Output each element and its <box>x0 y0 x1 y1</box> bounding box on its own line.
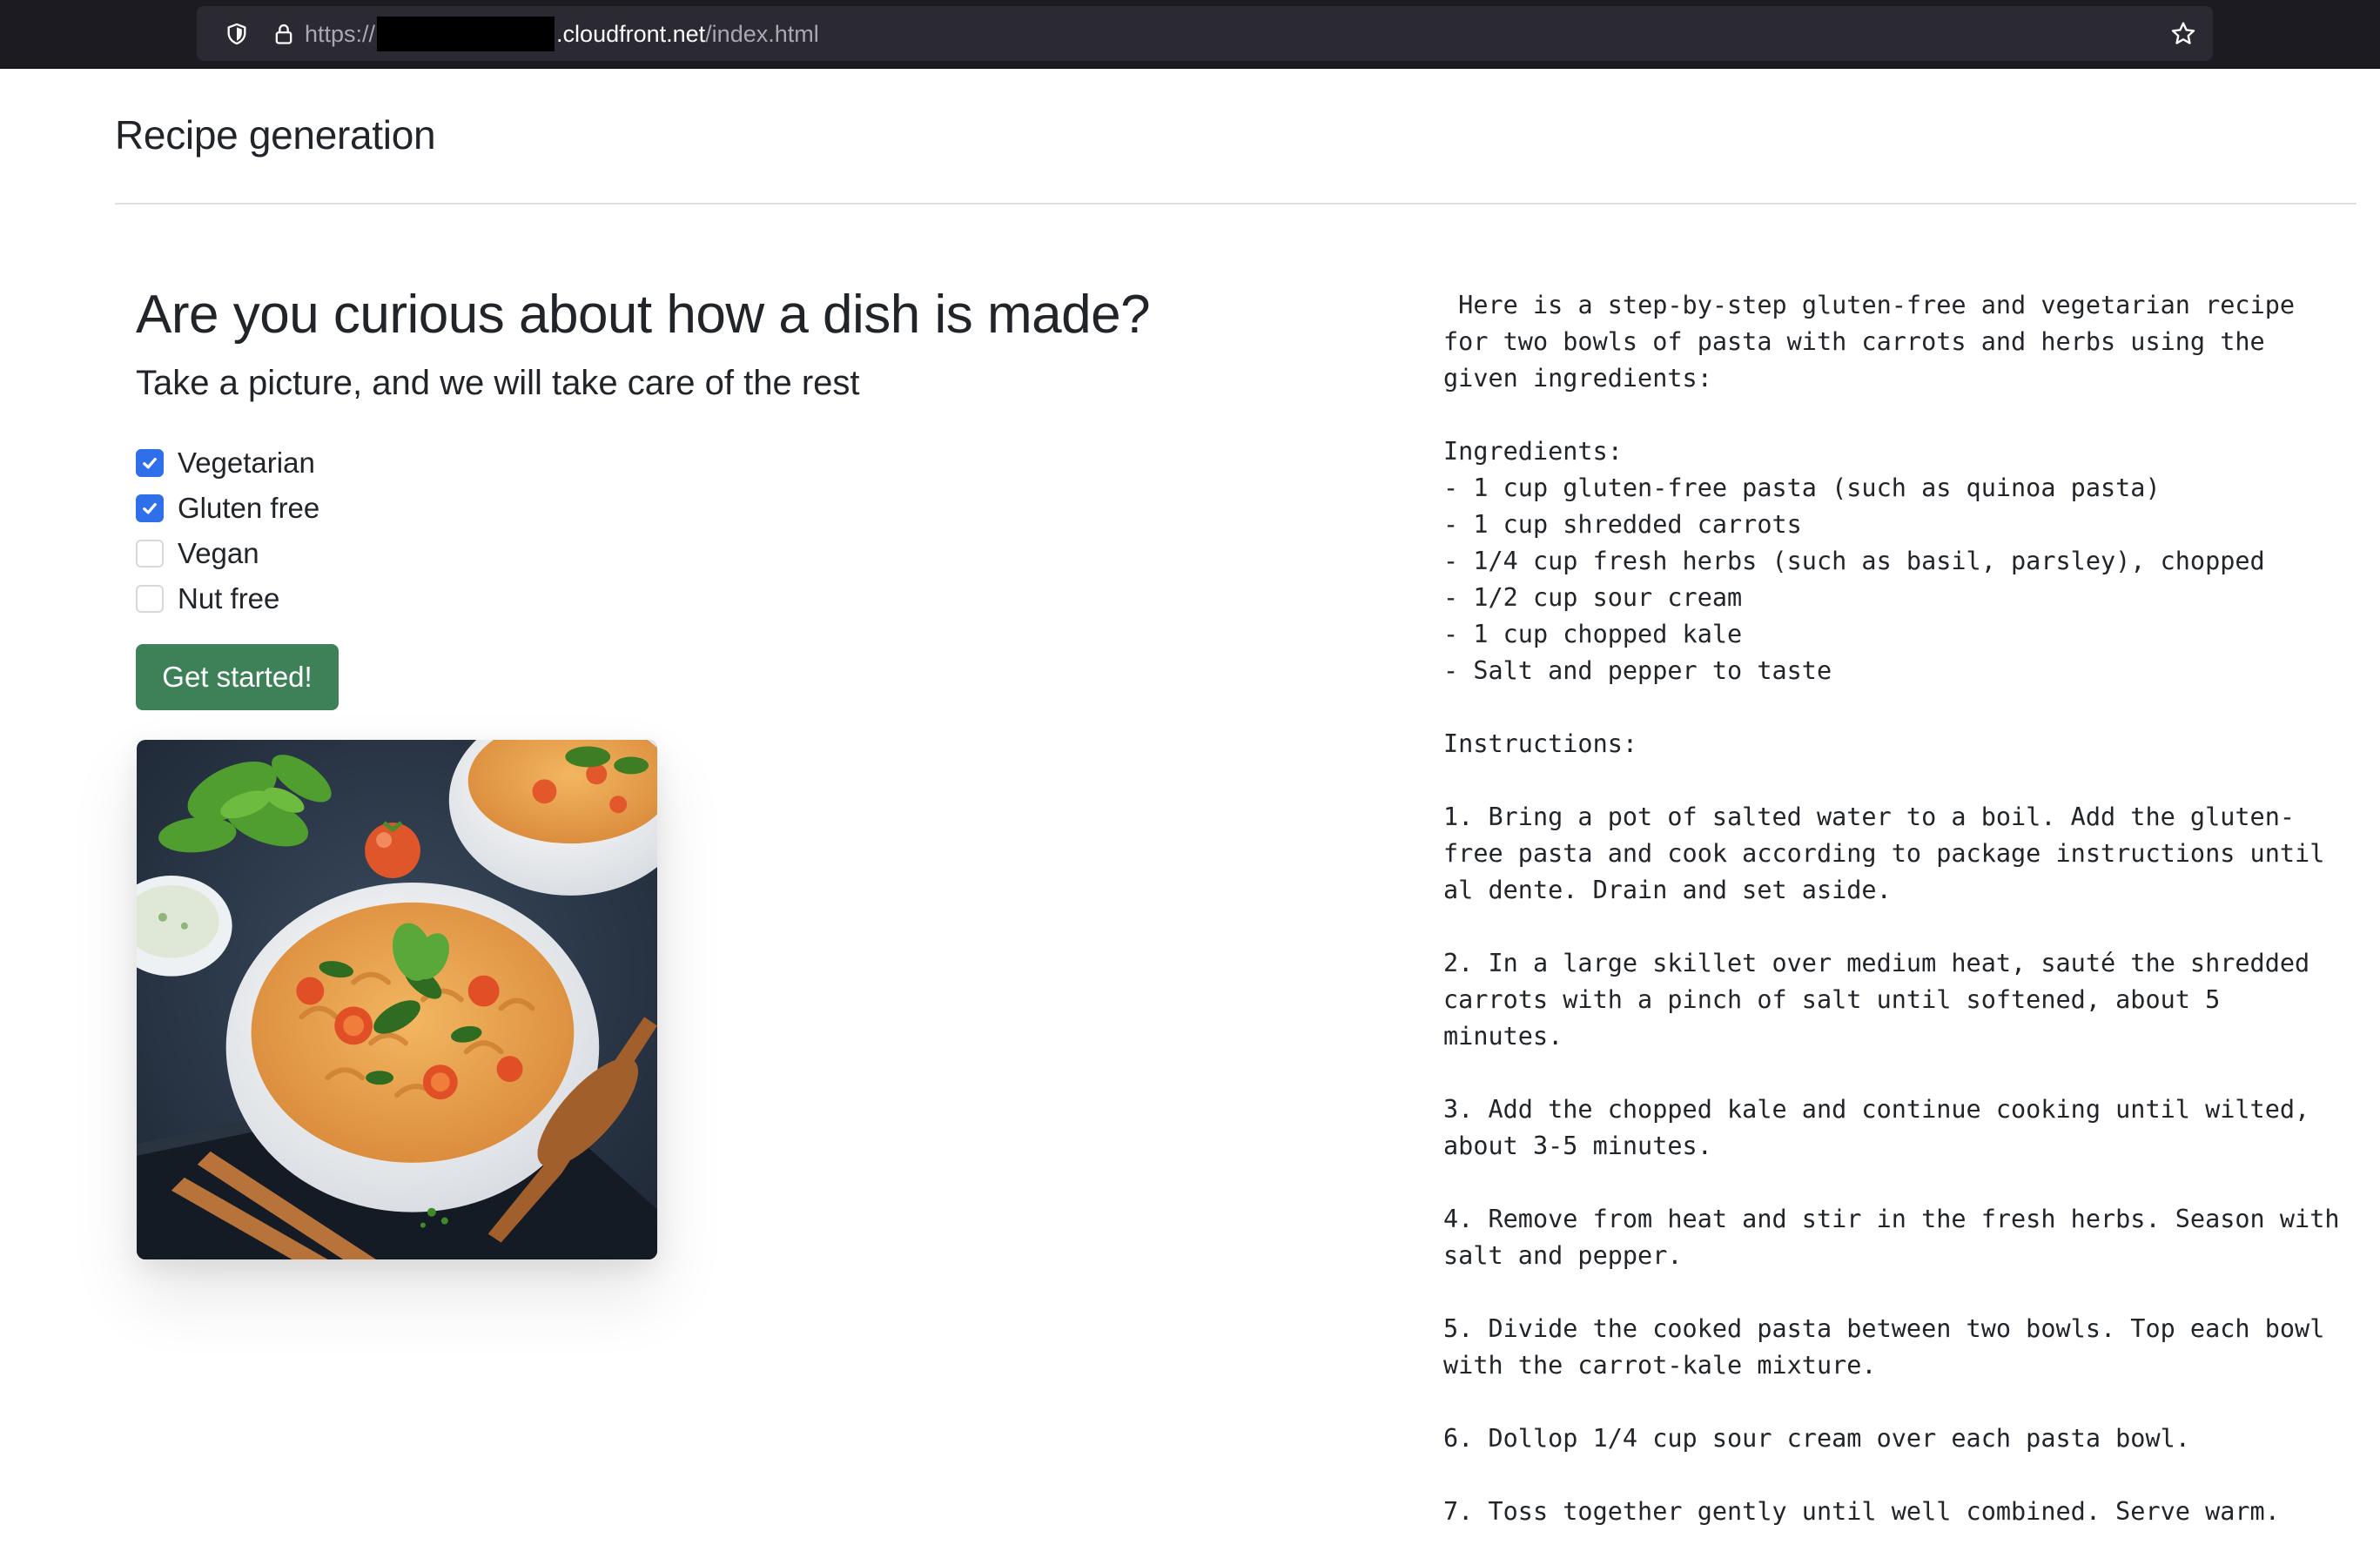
header-divider <box>115 203 2356 205</box>
lock-icon[interactable] <box>272 22 296 46</box>
redaction-bar <box>377 17 555 51</box>
url-text[interactable]: https:// .cloudfront.net /index.html <box>305 17 819 51</box>
gluten-free-checkbox[interactable] <box>136 494 164 522</box>
page-title: Recipe generation <box>115 112 436 158</box>
gluten-free-label[interactable]: Gluten free <box>178 492 319 525</box>
hero-subtitle: Take a picture, and we will take care of… <box>136 364 860 402</box>
star-icon[interactable] <box>2169 20 2197 48</box>
url-path: /index.html <box>705 20 819 47</box>
url-host: .cloudfront.net <box>556 20 706 47</box>
dish-photo <box>137 740 657 1259</box>
shield-icon[interactable] <box>225 22 249 46</box>
check-icon <box>143 457 157 469</box>
option-nut-free[interactable]: Nut free <box>136 576 319 621</box>
hero-title: Are you curious about how a dish is made… <box>136 285 1151 345</box>
dietary-options: Vegetarian Gluten free Vegan Nut free <box>136 440 319 621</box>
check-icon <box>143 502 157 514</box>
option-gluten-free[interactable]: Gluten free <box>136 486 319 531</box>
option-vegetarian[interactable]: Vegetarian <box>136 440 319 486</box>
vegetarian-checkbox[interactable] <box>136 449 164 477</box>
address-bar[interactable]: https:// .cloudfront.net /index.html <box>197 6 2213 61</box>
vegan-checkbox[interactable] <box>136 540 164 567</box>
option-vegan[interactable]: Vegan <box>136 531 319 576</box>
browser-toolbar: https:// .cloudfront.net /index.html <box>0 0 2380 69</box>
vegan-label[interactable]: Vegan <box>178 537 259 570</box>
get-started-button[interactable]: Get started! <box>136 644 339 710</box>
recipe-output: Here is a step-by-step gluten-free and v… <box>1443 291 2340 1526</box>
vegetarian-label[interactable]: Vegetarian <box>178 447 315 480</box>
nut-free-checkbox[interactable] <box>136 585 164 613</box>
url-scheme: https:// <box>305 20 376 47</box>
nut-free-label[interactable]: Nut free <box>178 582 279 615</box>
